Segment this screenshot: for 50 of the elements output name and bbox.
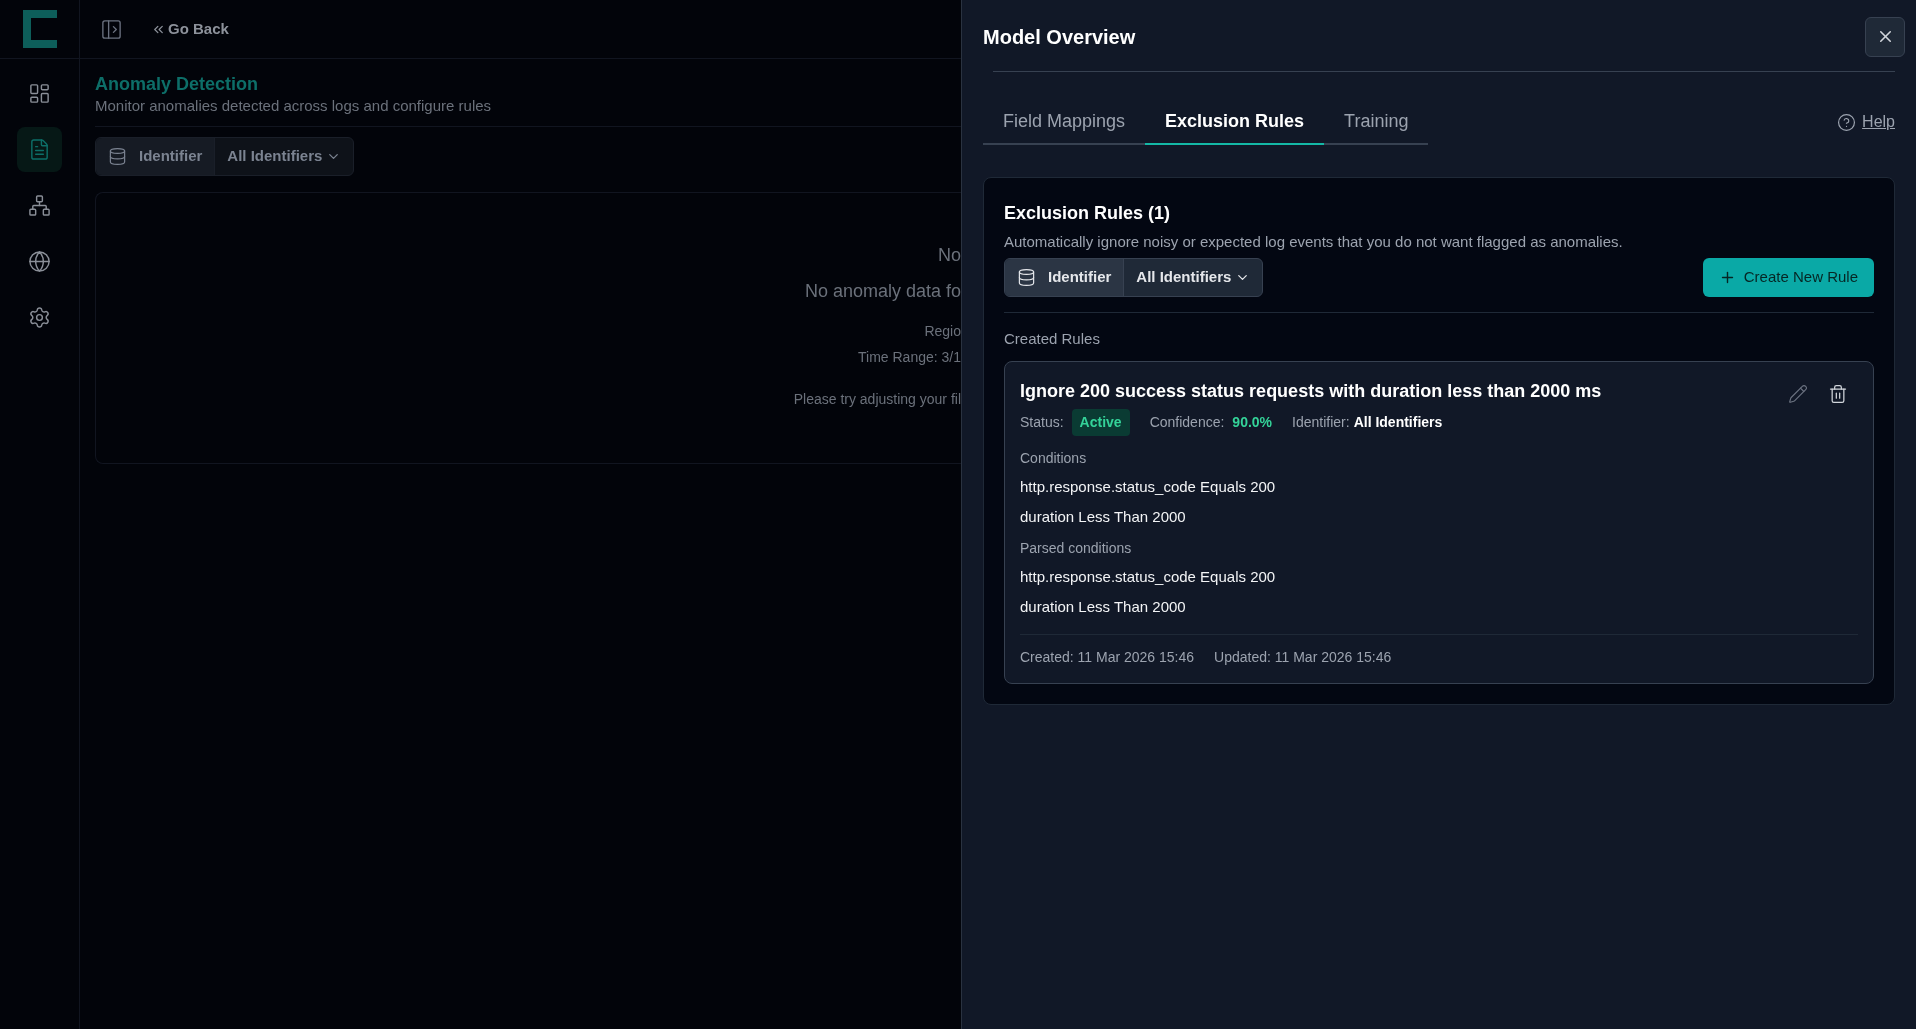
dashboard-icon (28, 82, 51, 105)
network-icon (28, 194, 51, 217)
globe-icon (28, 250, 51, 273)
identifier-label: Identifier: (1292, 413, 1350, 432)
hint-text: Please try adjusting your fil (793, 390, 961, 409)
identifier-dropdown[interactable]: All Identifiers (215, 138, 354, 175)
database-icon (108, 147, 127, 166)
status-label: Status: (1020, 413, 1064, 432)
status-badge: Active (1071, 409, 1130, 436)
empty-heading: No (938, 244, 961, 267)
rule-title: Ignore 200 success status requests with duration less than 2000 ms (1020, 380, 1602, 403)
conditions-label: Conditions (1020, 449, 1088, 468)
page-subtitle: Monitor anomalies detected across logs and configure rules (95, 96, 493, 116)
drawer-title: Model Overview (983, 24, 1136, 50)
document-icon (28, 138, 51, 161)
time-range-text: Time Range: 3/1 (858, 348, 961, 367)
section-title: Exclusion Rules (1) (1004, 202, 1172, 225)
created-date: Created: 11 Mar 2026 15:46 (1020, 648, 1195, 667)
edit-icon[interactable] (1788, 384, 1808, 404)
identifier-dropdown[interactable]: All Identifiers (1124, 258, 1263, 296)
parsed-condition-text: http.response.status_code Equals 200 (1020, 567, 1277, 587)
database-icon (1017, 267, 1036, 287)
logo-icon (20, 8, 59, 50)
condition-text: duration Less Than 2000 (1020, 506, 1187, 527)
parsed-condition-text: duration Less Than 2000 (1020, 596, 1187, 617)
help-link[interactable]: Help (1837, 110, 1895, 134)
identifier-value: All Identifiers (1353, 413, 1443, 432)
condition-text: http.response.status_code Equals 200 (1020, 477, 1277, 497)
confidence-label: Confidence: (1149, 413, 1225, 432)
confidence-value: 90.0% (1232, 413, 1273, 432)
go-back-link[interactable]: Go Back (151, 17, 229, 41)
sidebar-item[interactable] (17, 127, 62, 172)
filter-label: Identifier (139, 146, 203, 167)
region-text: Regio (924, 322, 961, 341)
help-icon (1837, 112, 1857, 132)
delete-icon[interactable] (1828, 384, 1848, 404)
updated-date: Updated: 11 Mar 2026 15:46 (1214, 648, 1392, 667)
tab[interactable]: Exclusion Rules (1145, 99, 1325, 145)
page-title: Anomaly Detection (95, 73, 260, 96)
close-button[interactable] (1865, 16, 1905, 57)
filter-label: Identifier (1048, 266, 1112, 287)
parsed-conditions-label: Parsed conditions (1020, 539, 1133, 558)
sidebar-toggle-icon[interactable] (100, 17, 123, 41)
create-rule-button[interactable]: Create New Rule (1702, 257, 1874, 297)
empty-message: No anomaly data fo (804, 280, 961, 303)
tab[interactable]: Field Mappings (983, 99, 1146, 145)
section-description: Automatically ignore noisy or expected log events that you do not want flagged as anomalies. (1004, 232, 1624, 252)
created-rules-label: Created Rules (1004, 328, 1101, 349)
settings-icon (28, 306, 51, 329)
tab[interactable]: Training (1324, 99, 1429, 145)
